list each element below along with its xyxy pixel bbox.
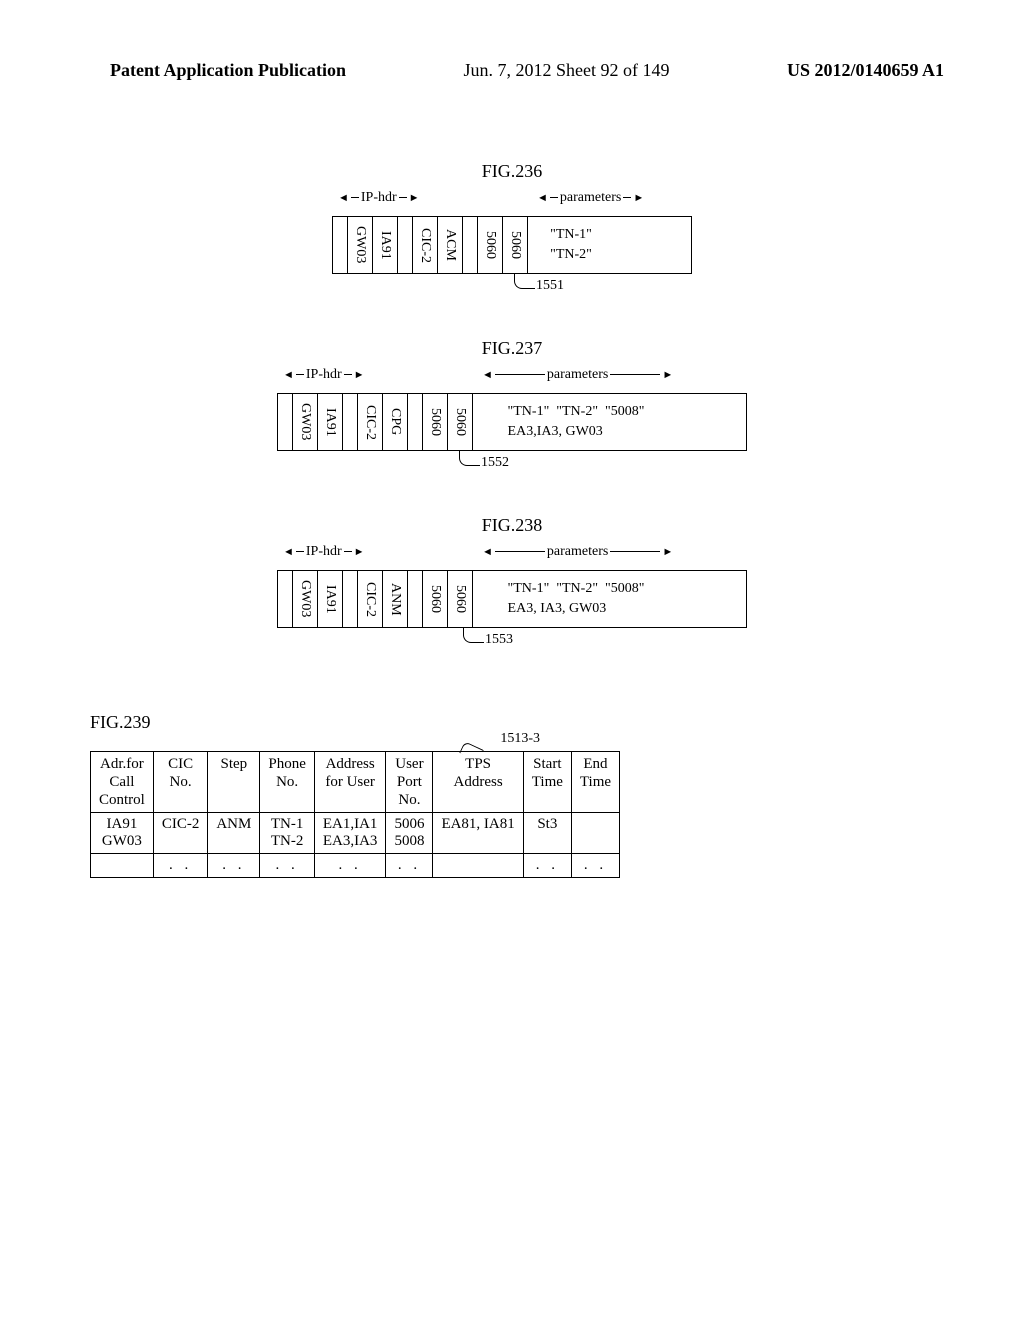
td: . . bbox=[260, 854, 315, 878]
cell: IA91 bbox=[373, 217, 398, 273]
cell: 5060 bbox=[503, 217, 528, 273]
packet-cells-236: GW03 IA91 CIC-2 ACM 5060 5060 "TN-1" "TN… bbox=[332, 216, 692, 274]
callout-238: 1553 bbox=[485, 632, 513, 648]
table-row: IA91 GW03 CIC-2 ANM TN-1 TN-2 EA1,IA1 EA… bbox=[91, 813, 620, 854]
figure-236-title: FIG.236 bbox=[0, 161, 1024, 182]
header-center: Jun. 7, 2012 Sheet 92 of 149 bbox=[464, 60, 670, 81]
cell: GW03 bbox=[293, 394, 318, 450]
cell: CIC-2 bbox=[358, 571, 383, 627]
td: . . bbox=[208, 854, 260, 878]
packet-cells-237: GW03 IA91 CIC-2 CPG 5060 5060 "TN-1" "TN… bbox=[277, 393, 747, 451]
page-header: Patent Application Publication Jun. 7, 2… bbox=[0, 0, 1024, 91]
td bbox=[91, 854, 154, 878]
cell: CPG bbox=[383, 394, 408, 450]
header-right: US 2012/0140659 A1 bbox=[787, 60, 944, 81]
td: . . bbox=[386, 854, 433, 878]
content: FIG.236 IP-hdr parameters bbox=[0, 91, 1024, 883]
td: . . bbox=[153, 854, 208, 878]
td: EA1,IA1 EA3,IA3 bbox=[314, 813, 386, 854]
table-row: . . . . . . . . . . . . . . bbox=[91, 854, 620, 878]
arrow-left-icon bbox=[482, 367, 493, 383]
figure-237-title: FIG.237 bbox=[0, 338, 1024, 359]
figure-238-title: FIG.238 bbox=[0, 515, 1024, 536]
param-text: "TN-1" "TN-2" "5008" EA3,IA3, GW03 bbox=[473, 394, 679, 450]
td: . . bbox=[523, 854, 571, 878]
arrow-right-icon bbox=[354, 544, 365, 560]
cell: 5060 bbox=[448, 571, 473, 627]
td bbox=[571, 813, 619, 854]
cell: GW03 bbox=[348, 217, 373, 273]
td bbox=[433, 854, 523, 878]
figure-239-title: FIG.239 bbox=[90, 712, 1024, 733]
figure-237: FIG.237 IP-hdr parameters bbox=[0, 338, 1024, 475]
param-text: "TN-1" "TN-2" "5008" EA3, IA3, GW03 bbox=[473, 571, 679, 627]
callout-237: 1552 bbox=[481, 455, 509, 471]
td: . . bbox=[571, 854, 619, 878]
figure-236: FIG.236 IP-hdr parameters bbox=[0, 161, 1024, 298]
arrow-right-icon bbox=[662, 367, 673, 383]
cell: ANM bbox=[383, 571, 408, 627]
arrow-right-icon bbox=[662, 544, 673, 560]
parameters-label: parameters bbox=[560, 190, 621, 206]
arrow-right-icon bbox=[409, 190, 420, 206]
cell: IA91 bbox=[318, 394, 343, 450]
th: Step bbox=[208, 752, 260, 813]
param-text: "TN-1" "TN-2" bbox=[528, 217, 614, 273]
th: Phone No. bbox=[260, 752, 315, 813]
arrow-left-icon bbox=[482, 544, 493, 560]
arrow-left-icon bbox=[283, 544, 294, 560]
arrow-right-icon bbox=[633, 190, 644, 206]
th: User Port No. bbox=[386, 752, 433, 813]
ip-hdr-label: IP-hdr bbox=[306, 544, 342, 560]
table-header-row: Adr.for Call Control CIC No. Step Phone … bbox=[91, 752, 620, 813]
arrow-left-icon bbox=[283, 367, 294, 383]
data-table-239: Adr.for Call Control CIC No. Step Phone … bbox=[90, 751, 620, 878]
arrow-left-icon bbox=[338, 190, 349, 206]
packet-cells-238: GW03 IA91 CIC-2 ANM 5060 5060 "TN-1" "TN… bbox=[277, 570, 747, 628]
ip-hdr-label: IP-hdr bbox=[306, 367, 342, 383]
th: End Time bbox=[571, 752, 619, 813]
cell: CIC-2 bbox=[358, 394, 383, 450]
td: TN-1 TN-2 bbox=[260, 813, 315, 854]
ip-hdr-label: IP-hdr bbox=[361, 190, 397, 206]
th: CIC No. bbox=[153, 752, 208, 813]
arrow-left-icon bbox=[537, 190, 548, 206]
th: Address for User bbox=[314, 752, 386, 813]
cell: 5060 bbox=[423, 571, 448, 627]
cell: 5060 bbox=[423, 394, 448, 450]
cell: 5060 bbox=[448, 394, 473, 450]
parameters-label: parameters bbox=[547, 367, 608, 383]
td: IA91 GW03 bbox=[91, 813, 154, 854]
th: Adr.for Call Control bbox=[91, 752, 154, 813]
td: EA81, IA81 bbox=[433, 813, 523, 854]
parameters-label: parameters bbox=[547, 544, 608, 560]
cell: CIC-2 bbox=[413, 217, 438, 273]
callout-236: 1551 bbox=[536, 278, 564, 294]
figure-238: FIG.238 IP-hdr parameters bbox=[0, 515, 1024, 652]
cell: IA91 bbox=[318, 571, 343, 627]
cell: 5060 bbox=[478, 217, 503, 273]
td: . . bbox=[314, 854, 386, 878]
cell: ACM bbox=[438, 217, 463, 273]
table-ref: 1513-3 bbox=[500, 731, 540, 747]
td: 5006 5008 bbox=[386, 813, 433, 854]
td: CIC-2 bbox=[153, 813, 208, 854]
arrow-right-icon bbox=[354, 367, 365, 383]
header-left: Patent Application Publication bbox=[110, 60, 346, 81]
td: ANM bbox=[208, 813, 260, 854]
th: Start Time bbox=[523, 752, 571, 813]
cell: GW03 bbox=[293, 571, 318, 627]
td: St3 bbox=[523, 813, 571, 854]
figure-239: FIG.239 1513-3 Adr.for Call Control CIC … bbox=[90, 712, 1024, 883]
